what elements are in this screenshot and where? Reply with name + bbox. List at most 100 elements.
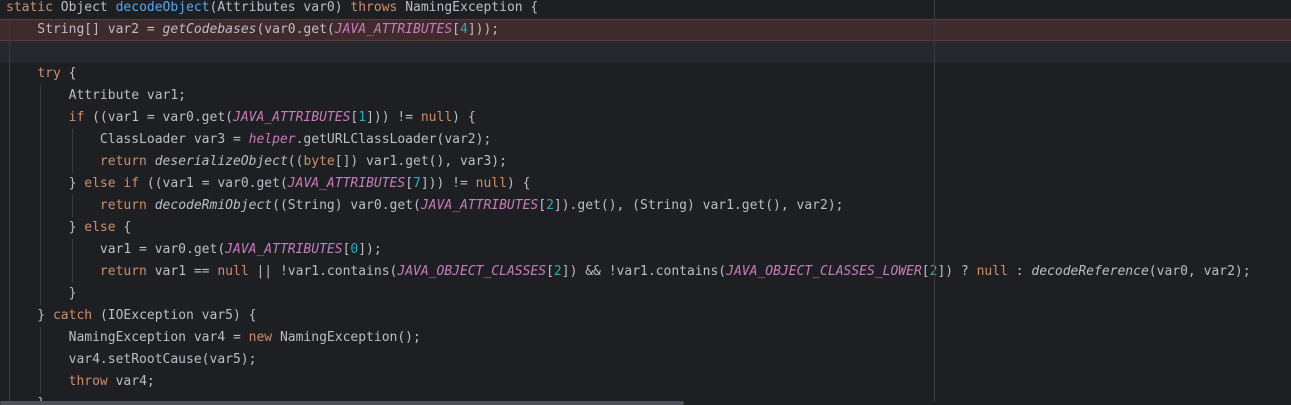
code-token: (Attributes var0) xyxy=(209,0,351,15)
code-token: return xyxy=(99,264,155,279)
code-token: catch xyxy=(52,308,100,323)
code-line[interactable]: if ((var1 = var0.get(JAVA_ATTRIBUTES[1])… xyxy=(0,107,1291,129)
code-token: ])) != xyxy=(366,110,421,125)
code-token: { xyxy=(123,220,132,235)
code-token: (var0, var2); xyxy=(1148,264,1251,279)
horizontal-scrollbar-thumb[interactable] xyxy=(0,401,684,405)
code-token: .getURLClassLoader(var2); xyxy=(295,132,492,147)
code-token: ) { xyxy=(506,176,531,191)
indent-guide xyxy=(72,239,73,283)
code-line[interactable]: Attribute var1; xyxy=(0,85,1291,107)
code-token: Object xyxy=(60,0,116,15)
indent-guide xyxy=(72,195,73,217)
code-token: JAVA_ATTRIBUTES xyxy=(420,198,539,213)
code-token: ])); xyxy=(467,22,500,37)
code-line[interactable]: var1 = var0.get(JAVA_ATTRIBUTES[0]); xyxy=(0,239,1291,261)
code-token: if xyxy=(68,110,93,125)
code-line[interactable]: return deserializeObject((byte[]) var1.g… xyxy=(0,151,1291,173)
code-token: (IOException var5) { xyxy=(99,308,257,323)
code-token: var1 == xyxy=(154,264,218,279)
code-token: (var0.get( xyxy=(256,22,335,37)
code-line[interactable]: static Object decodeObject(Attributes va… xyxy=(0,0,1291,19)
code-token: new xyxy=(248,330,280,345)
code-token: : xyxy=(1015,264,1032,279)
code-line-text: var4.setRootCause(var5); xyxy=(6,349,257,371)
code-line-text: } else if ((var1 = var0.get(JAVA_ATTRIBU… xyxy=(6,173,531,195)
code-line-text: var1 = var0.get(JAVA_ATTRIBUTES[0]); xyxy=(6,239,382,261)
code-line[interactable]: try { xyxy=(0,63,1291,85)
code-token: decodeReference xyxy=(1031,264,1149,279)
code-token: JAVA_ATTRIBUTES xyxy=(334,22,453,37)
code-token: } xyxy=(6,308,53,323)
code-token: [ xyxy=(538,198,547,213)
code-token: null xyxy=(420,110,453,125)
code-line[interactable]: return var1 == null || !var1.contains(JA… xyxy=(0,261,1291,283)
indent-guide xyxy=(40,85,41,305)
code-token: ClassLoader var3 = xyxy=(6,132,249,147)
code-token: ) { xyxy=(452,110,476,125)
code-token: var4.setRootCause(var5); xyxy=(6,352,257,367)
code-line-text: Attribute var1; xyxy=(6,85,186,107)
code-token: ]) && !var1.contains( xyxy=(561,264,727,279)
code-line[interactable]: String[] var2 = getCodebases(var0.get(JA… xyxy=(0,19,1291,41)
code-line[interactable]: var4.setRootCause(var5); xyxy=(0,349,1291,371)
code-token: NamingException var4 = xyxy=(6,330,249,345)
code-token: ]).get(), (String) var1.get(), var2); xyxy=(553,198,844,213)
code-token: 1 xyxy=(358,110,367,125)
indent-guide xyxy=(9,19,10,405)
code-token: return xyxy=(99,154,155,169)
code-line-text: try { xyxy=(6,63,76,85)
code-line[interactable]: } else if ((var1 = var0.get(JAVA_ATTRIBU… xyxy=(0,173,1291,195)
code-line-text: if ((var1 = var0.get(JAVA_ATTRIBUTES[1])… xyxy=(6,107,476,129)
code-token: try xyxy=(37,66,69,81)
code-line-text: } else { xyxy=(6,217,132,239)
code-line-text: } catch (IOException var5) { xyxy=(6,305,256,327)
code-token: return xyxy=(99,198,155,213)
code-token: else if xyxy=(84,176,147,191)
code-token: 7 xyxy=(413,176,421,191)
code-line-text: ClassLoader var3 = helper.getURLClassLoa… xyxy=(6,129,491,151)
code-token: deserializeObject xyxy=(154,154,288,169)
code-token: ((var1 = var0.get( xyxy=(146,176,288,191)
code-token: String[] var2 = xyxy=(6,22,163,37)
indent-guide xyxy=(72,129,73,173)
code-token: JAVA_OBJECT_CLASSES_LOWER xyxy=(726,264,922,279)
code-line[interactable]: return decodeRmiObject((String) var0.get… xyxy=(0,195,1291,217)
code-token: getCodebases xyxy=(162,22,257,37)
code-line-text: String[] var2 = getCodebases(var0.get(JA… xyxy=(6,19,499,41)
code-token: ])) != xyxy=(420,176,476,191)
code-token: NamingException(); xyxy=(279,330,421,345)
code-line-text: throw var4; xyxy=(6,371,155,393)
code-line[interactable]: throw var4; xyxy=(0,371,1291,393)
code-token: || !var1.contains( xyxy=(256,264,398,279)
code-token: ((String) var0.get( xyxy=(272,198,421,213)
code-token: JAVA_OBJECT_CLASSES xyxy=(397,264,547,279)
code-token: null xyxy=(217,264,257,279)
code-token: decodeRmiObject xyxy=(154,198,273,213)
code-token: 2 xyxy=(546,198,554,213)
code-token: var1 = var0.get( xyxy=(6,242,226,257)
horizontal-scrollbar[interactable] xyxy=(0,401,1291,405)
code-token: []) var1.get(), var3); xyxy=(334,154,507,169)
code-token: var4; xyxy=(115,374,155,389)
code-editor[interactable]: static Object decodeObject(Attributes va… xyxy=(0,0,1291,405)
code-token: 4 xyxy=(459,22,468,37)
right-margin-guide xyxy=(934,0,935,405)
code-token: } xyxy=(6,220,85,235)
code-token: [ xyxy=(452,22,460,37)
code-line[interactable]: NamingException var4 = new NamingExcepti… xyxy=(0,327,1291,349)
code-line[interactable] xyxy=(0,41,1291,63)
code-token: JAVA_ATTRIBUTES xyxy=(233,110,351,125)
code-token: [ xyxy=(921,264,930,279)
code-token: [ xyxy=(405,176,414,191)
code-line[interactable]: ClassLoader var3 = helper.getURLClassLoa… xyxy=(0,129,1291,151)
code-line[interactable]: } catch (IOException var5) { xyxy=(0,305,1291,327)
code-token: ((var1 = var0.get( xyxy=(92,110,233,125)
code-line-text: } xyxy=(6,283,77,305)
code-line[interactable]: } xyxy=(0,283,1291,305)
code-line[interactable]: } else { xyxy=(0,217,1291,239)
